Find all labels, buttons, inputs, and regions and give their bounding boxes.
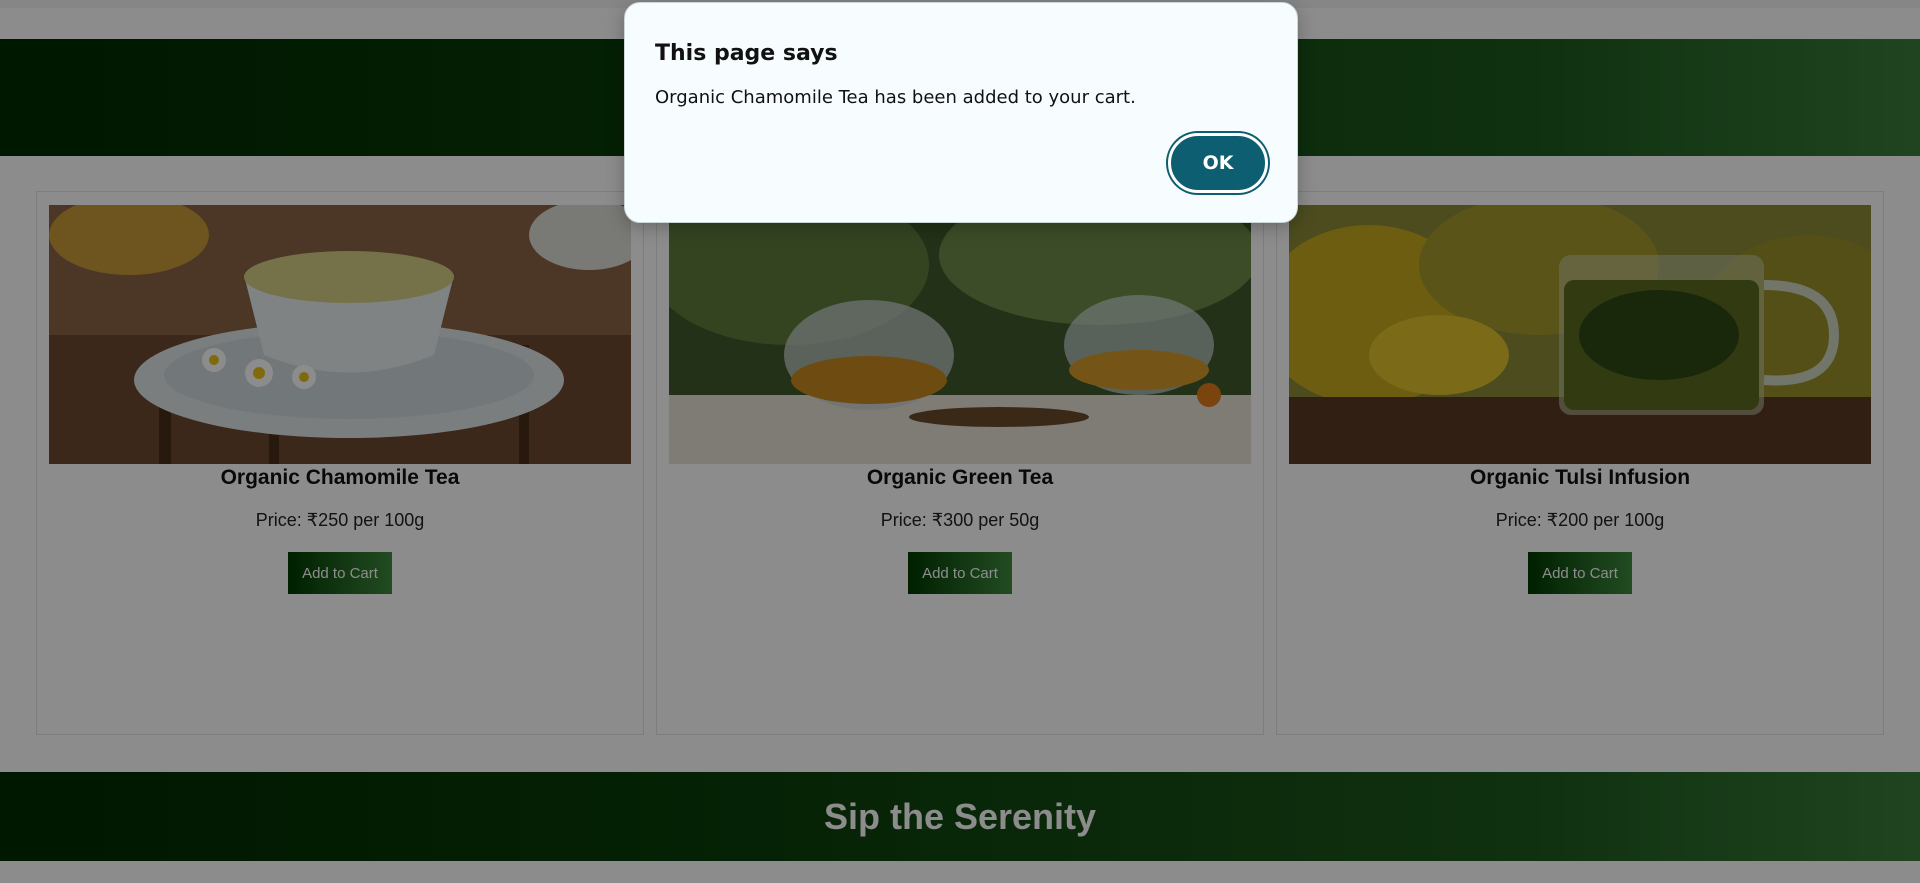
dialog-title: This page says bbox=[655, 41, 838, 66]
alert-dialog: This page says Organic Chamomile Tea has… bbox=[624, 2, 1298, 223]
ok-button[interactable]: OK bbox=[1168, 133, 1268, 193]
dialog-message: Organic Chamomile Tea has been added to … bbox=[655, 87, 1136, 108]
